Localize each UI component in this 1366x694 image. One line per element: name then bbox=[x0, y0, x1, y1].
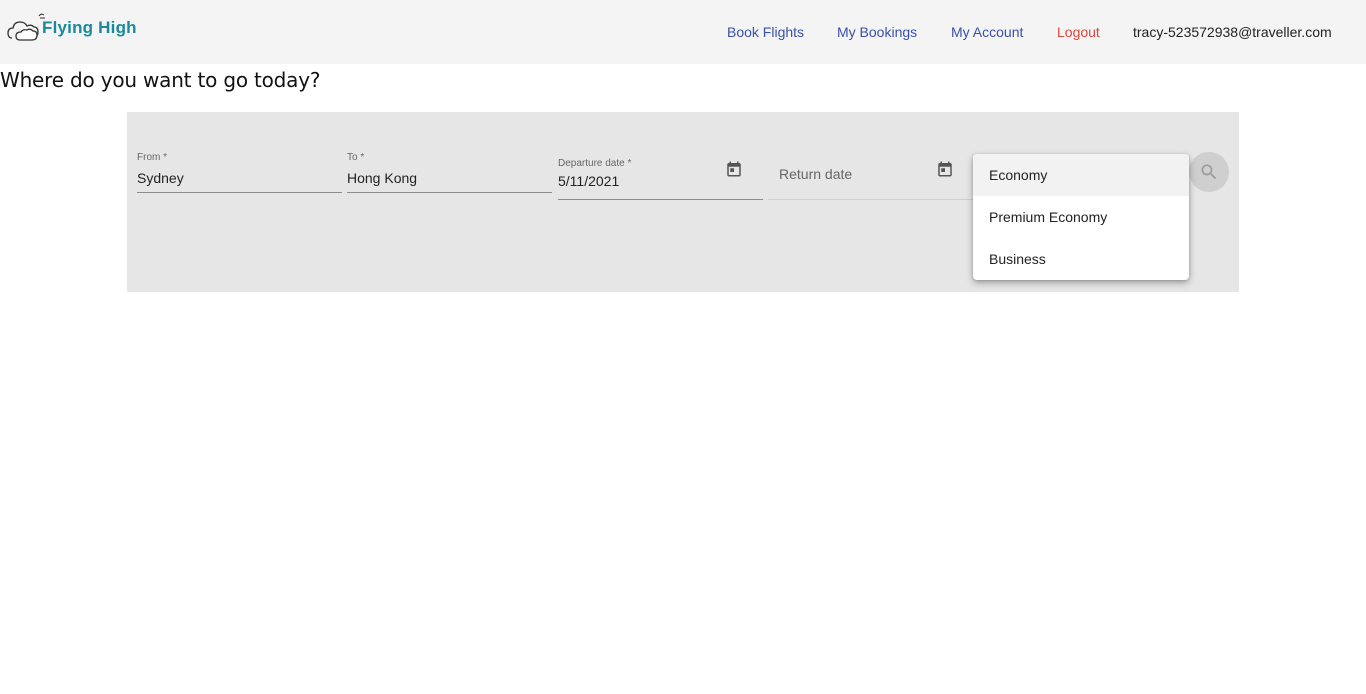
nav-logout[interactable]: Logout bbox=[1057, 24, 1100, 40]
to-input[interactable]: Hong Kong bbox=[347, 170, 417, 186]
return-date-input[interactable]: Return date bbox=[779, 166, 852, 182]
cloud-logo-icon bbox=[7, 13, 45, 41]
calendar-icon[interactable] bbox=[725, 160, 743, 178]
option-business[interactable]: Business bbox=[973, 238, 1189, 280]
calendar-icon[interactable] bbox=[936, 160, 954, 178]
option-economy[interactable]: Economy bbox=[973, 154, 1189, 196]
logo-text: Flying High bbox=[42, 18, 137, 37]
option-premium-economy[interactable]: Premium Economy bbox=[973, 196, 1189, 238]
return-date-underline bbox=[768, 199, 973, 200]
to-underline bbox=[347, 192, 552, 193]
cabin-class-dropdown: Economy Premium Economy Business bbox=[973, 154, 1189, 280]
search-button[interactable] bbox=[1189, 152, 1229, 192]
top-navbar: Flying High Book Flights My Bookings My … bbox=[0, 0, 1366, 64]
from-underline bbox=[137, 192, 342, 193]
from-field[interactable]: From * Sydney bbox=[137, 152, 342, 194]
departure-date-underline bbox=[558, 199, 763, 200]
nav-my-bookings[interactable]: My Bookings bbox=[837, 24, 917, 40]
from-input[interactable]: Sydney bbox=[137, 170, 184, 186]
return-date-field[interactable]: Return date bbox=[768, 158, 973, 200]
from-label: From * bbox=[137, 152, 167, 163]
nav-my-account[interactable]: My Account bbox=[951, 24, 1023, 40]
to-field[interactable]: To * Hong Kong bbox=[347, 152, 552, 194]
search-icon bbox=[1201, 164, 1217, 180]
departure-date-input[interactable]: 5/11/2021 bbox=[558, 173, 619, 189]
to-label: To * bbox=[347, 152, 365, 163]
departure-date-field[interactable]: Departure date * 5/11/2021 bbox=[558, 158, 763, 200]
nav-book-flights[interactable]: Book Flights bbox=[727, 24, 804, 40]
page-title: Where do you want to go today? bbox=[0, 68, 321, 92]
departure-date-label: Departure date * bbox=[558, 158, 632, 169]
logo[interactable]: Flying High bbox=[6, 10, 146, 44]
user-email: tracy-523572938@traveller.com bbox=[1133, 24, 1332, 40]
